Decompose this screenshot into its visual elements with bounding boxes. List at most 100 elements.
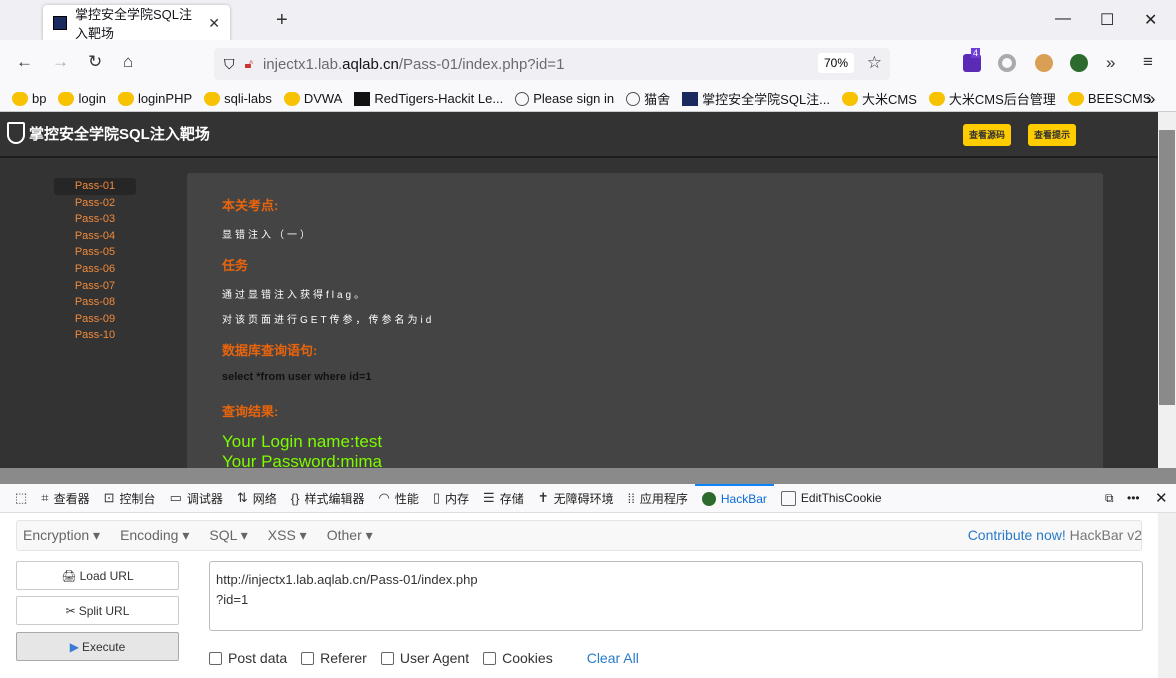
more-options-icon[interactable]: ••• [1120,484,1147,513]
hackbar-version: HackBar v2 [1065,527,1142,543]
tab-console[interactable]: ⊡ 控制台 [97,484,163,513]
back-button[interactable]: ← [16,52,33,72]
bookmark[interactable]: 猫舍 [626,89,670,108]
sidebar-item-pass-08[interactable]: Pass-08 [54,294,136,311]
url-bar[interactable]: ⛉ 🔓︎ injectx1.lab.aqlab.cn/Pass-01/index… [214,48,890,80]
cookie-checkbox-icon [780,490,796,506]
home-button[interactable]: ⌂ [123,52,133,72]
shield-icon[interactable]: ⛉ [224,56,235,73]
reload-button[interactable]: ↻ [88,52,102,72]
sidebar-item-pass-05[interactable]: Pass-05 [54,244,136,261]
menu-encoding[interactable]: Encoding ▾ [120,527,189,544]
bookmark[interactable]: 大米CMS后台管理 [928,89,1056,108]
contribute-link[interactable]: Contribute now! HackBar v2 [968,527,1142,543]
tab-style-editor[interactable]: {} 样式编辑器 [284,484,372,513]
bookmark-star-icon[interactable]: ☆ [867,53,882,73]
tab-hackbar[interactable]: HackBar [694,483,774,513]
close-window-button[interactable]: ✕ [1144,10,1157,30]
tab-application[interactable]: ⁞⁞ 应用程序 [621,484,695,513]
new-tab-button[interactable]: + [276,9,288,32]
sidebar-item-pass-04[interactable]: Pass-04 [54,228,136,245]
hackbar-options: Post data Referer User Agent Cookies Cle… [209,650,639,666]
load-url-button[interactable]: 🖨︎ Load URL [16,561,179,590]
referer-checkbox[interactable]: Referer [301,650,367,666]
point-text: 显错注入（一） [222,230,313,241]
tab-memory[interactable]: ▯ 内存 [426,484,476,513]
minimize-button[interactable]: — [1055,10,1071,28]
menu-xss[interactable]: XSS ▾ [268,527,307,544]
execute-button[interactable]: ▶ Execute [16,632,179,661]
bookmark[interactable]: loginPHP [117,91,192,106]
task-text: 通过显错注入获得flag。 [222,290,368,301]
more-bookmarks-icon[interactable]: » [1146,89,1155,109]
bookmark[interactable]: RedTigers-Hackit Le... [354,91,503,106]
user-agent-checkbox[interactable]: User Agent [380,650,469,666]
bookmark[interactable]: DVWA [283,91,342,106]
sidebar-item-pass-01[interactable]: Pass-01 [54,178,136,195]
forward-button[interactable]: → [52,52,69,72]
menu-icon[interactable]: ≡ [1143,52,1153,72]
globe-icon [626,91,641,106]
view-source-button[interactable]: 查看源码 [963,124,1012,146]
hackbar-extension-icon[interactable] [1070,54,1088,72]
split-url-button[interactable]: ✂ Split URL [16,596,179,625]
grid-icon: ⁞⁞ [627,490,635,506]
browser-tab[interactable]: 掌控安全学院SQL注入靶场 ✕ [43,5,230,41]
bookmark[interactable]: bp [12,91,46,106]
cookie-icon[interactable] [1035,54,1053,72]
menu-other[interactable]: Other ▾ [327,527,373,544]
hackbar-scrollbar[interactable] [1158,513,1176,678]
horizontal-scrollbar[interactable] [0,468,1176,484]
sidebar-item-pass-09[interactable]: Pass-09 [54,311,136,328]
close-tab-icon[interactable]: ✕ [208,15,220,32]
tab-storage[interactable]: ☰ 存储 [476,484,531,513]
overflow-chevron-icon[interactable]: » [1106,53,1115,73]
bookmark[interactable]: login [58,91,106,106]
view-hint-button[interactable]: 查看提示 [1028,124,1077,146]
menu-sql[interactable]: SQL ▾ [209,527,247,544]
hackbar-icon [701,492,716,506]
tab-editthiscookie[interactable]: EditThisCookie [774,484,889,513]
tab-accessibility[interactable]: ✝ 无障碍环境 [531,484,621,513]
bookmark-icon [117,91,134,106]
url-textarea[interactable]: http://injectx1.lab.aqlab.cn/Pass-01/ind… [209,561,1143,631]
bookmark[interactable]: 大米CMS [842,89,917,108]
globe-icon [515,91,530,106]
sidebar-item-pass-02[interactable]: Pass-02 [54,195,136,212]
bookmark[interactable]: 掌控安全学院SQL注... [682,89,830,108]
menu-encryption[interactable]: Encryption ▾ [23,527,100,544]
tab-performance[interactable]: ◠ 性能 [372,484,426,513]
tab-network[interactable]: ⇅ 网络 [230,484,284,513]
section-heading: 本关考点: [222,198,279,213]
logo-text: 掌控安全学院SQL注入靶场 [29,125,210,143]
bookmark[interactable]: sqli-labs [204,91,272,106]
sidebar-item-pass-10[interactable]: Pass-10 [54,327,136,344]
sidebar-item-pass-03[interactable]: Pass-03 [54,211,136,228]
url-text[interactable]: injectx1.lab.aqlab.cn/Pass-01/index.php?… [263,56,564,73]
maximize-button[interactable]: ☐ [1100,10,1114,30]
circle-extension-icon[interactable] [998,54,1016,72]
sidebar-item-pass-07[interactable]: Pass-07 [54,278,136,295]
zoom-level[interactable]: 70% [817,53,854,73]
page-scrollbar-thumb[interactable] [1159,130,1175,405]
cookies-checkbox[interactable]: Cookies [483,650,553,666]
tab-debugger[interactable]: ▭ 调试器 [163,484,230,513]
dock-icon[interactable]: ⧉ [1098,484,1121,513]
insecure-lock-icon[interactable]: 🔓︎ [245,56,253,72]
bookmark[interactable]: BEESCMS [1067,91,1151,106]
post-data-checkbox[interactable]: Post data [209,650,287,666]
sidebar-item-pass-06[interactable]: Pass-06 [54,261,136,278]
clear-all-link[interactable]: Clear All [587,650,639,666]
site-header: 掌控安全学院SQL注入靶场 查看源码 查看提示 [0,112,1158,158]
shield-logo-icon [7,122,25,144]
site-logo[interactable]: 掌控安全学院SQL注入靶场 [7,122,210,144]
extension-icon[interactable]: 4 [963,48,981,72]
bookmark-icon [842,91,859,106]
tab-inspector[interactable]: ⌗ 查看器 [34,484,96,513]
bookmark[interactable]: Please sign in [515,91,614,106]
close-devtools-icon[interactable]: ✕ [1148,484,1175,513]
devtools-toolbar: ⬚ ⌗ 查看器 ⊡ 控制台 ▭ 调试器 ⇅ 网络 {} 样式编辑器 ◠ 性能 ▯ 内存 ☰ 存储… [0,483,1176,513]
element-picker-icon[interactable]: ⬚ [8,484,34,513]
braces-icon: {} [290,490,300,506]
scissors-icon: ✂ [65,603,76,618]
